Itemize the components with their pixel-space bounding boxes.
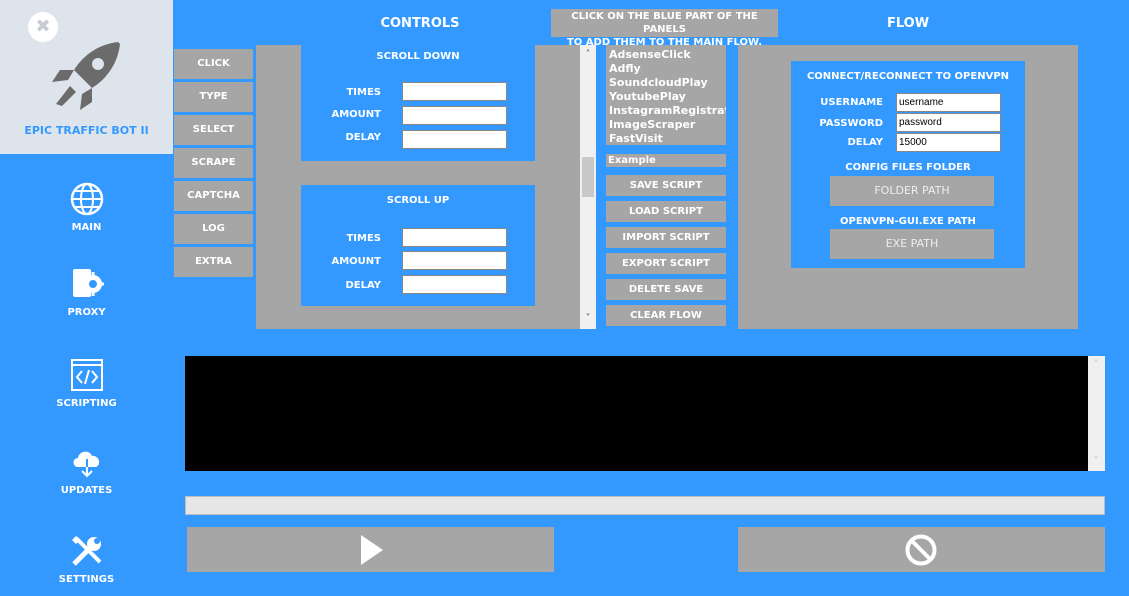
sidebar-item-label: MAIN (71, 222, 102, 233)
scroll-up-arrow-icon[interactable]: ˄ (580, 49, 596, 60)
openvpn-title: CONNECT/RECONNECT TO OPENVPN (806, 71, 1010, 82)
tab-select[interactable]: SELECT (174, 115, 253, 145)
username-field[interactable] (896, 93, 1001, 112)
tab-type[interactable]: TYPE (174, 82, 253, 112)
list-item[interactable]: SoundcloudPlay (609, 76, 723, 90)
username-label: USERNAME (820, 97, 883, 108)
proxy-gear-icon (72, 269, 104, 297)
delay-label: DELAY (847, 137, 883, 148)
scroll-up-panel[interactable]: SCROLL UP TIMES AMOUNT DELAY (301, 185, 535, 306)
code-window-icon (70, 359, 103, 391)
script-list[interactable]: AdsenseClick Adfly SoundcloudPlay Youtub… (606, 45, 726, 145)
hint-line-1: CLICK ON THE BLUE PART OF THE PANELS (571, 11, 758, 35)
export-script-button[interactable]: EXPORT SCRIPT (606, 253, 726, 274)
scroll-down-arrow-icon[interactable]: ˅ (1088, 456, 1104, 467)
tab-click[interactable]: CLICK (174, 49, 253, 79)
app-title: EPIC TRAFFIC BOT II (24, 124, 149, 137)
exe-path-label: OPENVPN-GUI.EXE PATH (840, 216, 976, 227)
list-item[interactable]: ImageScraper (609, 118, 723, 132)
tab-scrape[interactable]: SCRAPE (174, 148, 253, 178)
stop-icon (905, 534, 937, 566)
scroll-down-amount-input[interactable] (402, 106, 507, 125)
rocket-logo-icon (52, 42, 120, 110)
tools-icon (71, 536, 101, 566)
scroll-up-amount-input[interactable] (402, 251, 507, 270)
tab-extra[interactable]: EXTRA (174, 247, 253, 277)
tab-log[interactable]: LOG (174, 214, 253, 244)
list-item[interactable]: Adfly (609, 62, 723, 76)
delay-label: DELAY (345, 280, 381, 291)
progress-bar (185, 496, 1105, 515)
log-scrollbar[interactable]: ˄ ˅ (1088, 356, 1105, 471)
load-script-button[interactable]: LOAD SCRIPT (606, 201, 726, 222)
scroll-down-times-input[interactable] (402, 82, 507, 101)
clear-flow-button[interactable]: CLEAR FLOW (606, 305, 726, 326)
sidebar-item-label: SCRIPTING (56, 398, 117, 409)
password-field[interactable] (896, 113, 1001, 132)
stop-button[interactable] (738, 527, 1105, 572)
exe-path-button[interactable]: EXE PATH (830, 229, 994, 259)
globe-icon (70, 182, 103, 216)
play-button[interactable] (187, 527, 554, 572)
sidebar-item-label: PROXY (67, 307, 106, 318)
sidebar-item-updates[interactable]: UPDATES (0, 445, 173, 496)
scroll-up-delay-input[interactable] (402, 275, 507, 294)
sidebar-item-scripting[interactable]: SCRIPTING (0, 358, 173, 409)
close-button[interactable]: ✖ (28, 12, 58, 42)
instruction-banner: CLICK ON THE BLUE PART OF THE PANELS TO … (551, 9, 778, 48)
scroll-down-panel[interactable]: SCROLL DOWN TIMES AMOUNT DELAY (301, 45, 535, 161)
save-script-button[interactable]: SAVE SCRIPT (606, 175, 726, 196)
times-label: TIMES (346, 233, 381, 244)
delete-save-button[interactable]: DELETE SAVE (606, 279, 726, 300)
sidebar-item-proxy[interactable]: PROXY (0, 267, 173, 318)
list-item[interactable]: AdsenseClick (609, 48, 723, 62)
controls-scrollbar[interactable]: ˄ ˅ (580, 45, 596, 329)
log-console[interactable] (185, 356, 1105, 471)
list-item[interactable]: YoutubePlay (609, 90, 723, 104)
config-folder-label: CONFIG FILES FOLDER (845, 162, 971, 173)
password-label: PASSWORD (819, 118, 883, 129)
list-item[interactable]: FastVisit (609, 132, 723, 145)
tab-captcha[interactable]: CAPTCHA (174, 181, 253, 211)
scroll-up-times-input[interactable] (402, 228, 507, 247)
scroll-down-title: SCROLL DOWN (376, 51, 460, 62)
scroll-up-arrow-icon[interactable]: ˄ (1088, 359, 1104, 370)
times-label: TIMES (346, 87, 381, 98)
delay-label: DELAY (345, 132, 381, 143)
flow-header: FLOW (886, 16, 930, 31)
scroll-down-delay-input[interactable] (402, 130, 507, 149)
list-item[interactable]: InstagramRegistration (609, 104, 726, 118)
scroll-up-title: SCROLL UP (386, 195, 450, 206)
folder-path-button[interactable]: FOLDER PATH (830, 176, 994, 206)
controls-header: CONTROLS (380, 16, 460, 31)
vpn-delay-field[interactable] (896, 133, 1001, 152)
sidebar-item-label: SETTINGS (58, 574, 115, 585)
cloud-download-icon (73, 451, 99, 478)
play-icon (361, 535, 383, 565)
scrollbar-thumb[interactable] (582, 157, 594, 197)
amount-label: AMOUNT (331, 256, 381, 267)
sidebar-item-main[interactable]: MAIN (0, 182, 173, 233)
scroll-down-arrow-icon[interactable]: ˅ (580, 313, 596, 324)
script-name-input[interactable]: Example (606, 154, 726, 167)
import-script-button[interactable]: IMPORT SCRIPT (606, 227, 726, 248)
sidebar-item-settings[interactable]: SETTINGS (0, 534, 173, 585)
amount-label: AMOUNT (331, 109, 381, 120)
sidebar-item-label: UPDATES (60, 485, 113, 496)
